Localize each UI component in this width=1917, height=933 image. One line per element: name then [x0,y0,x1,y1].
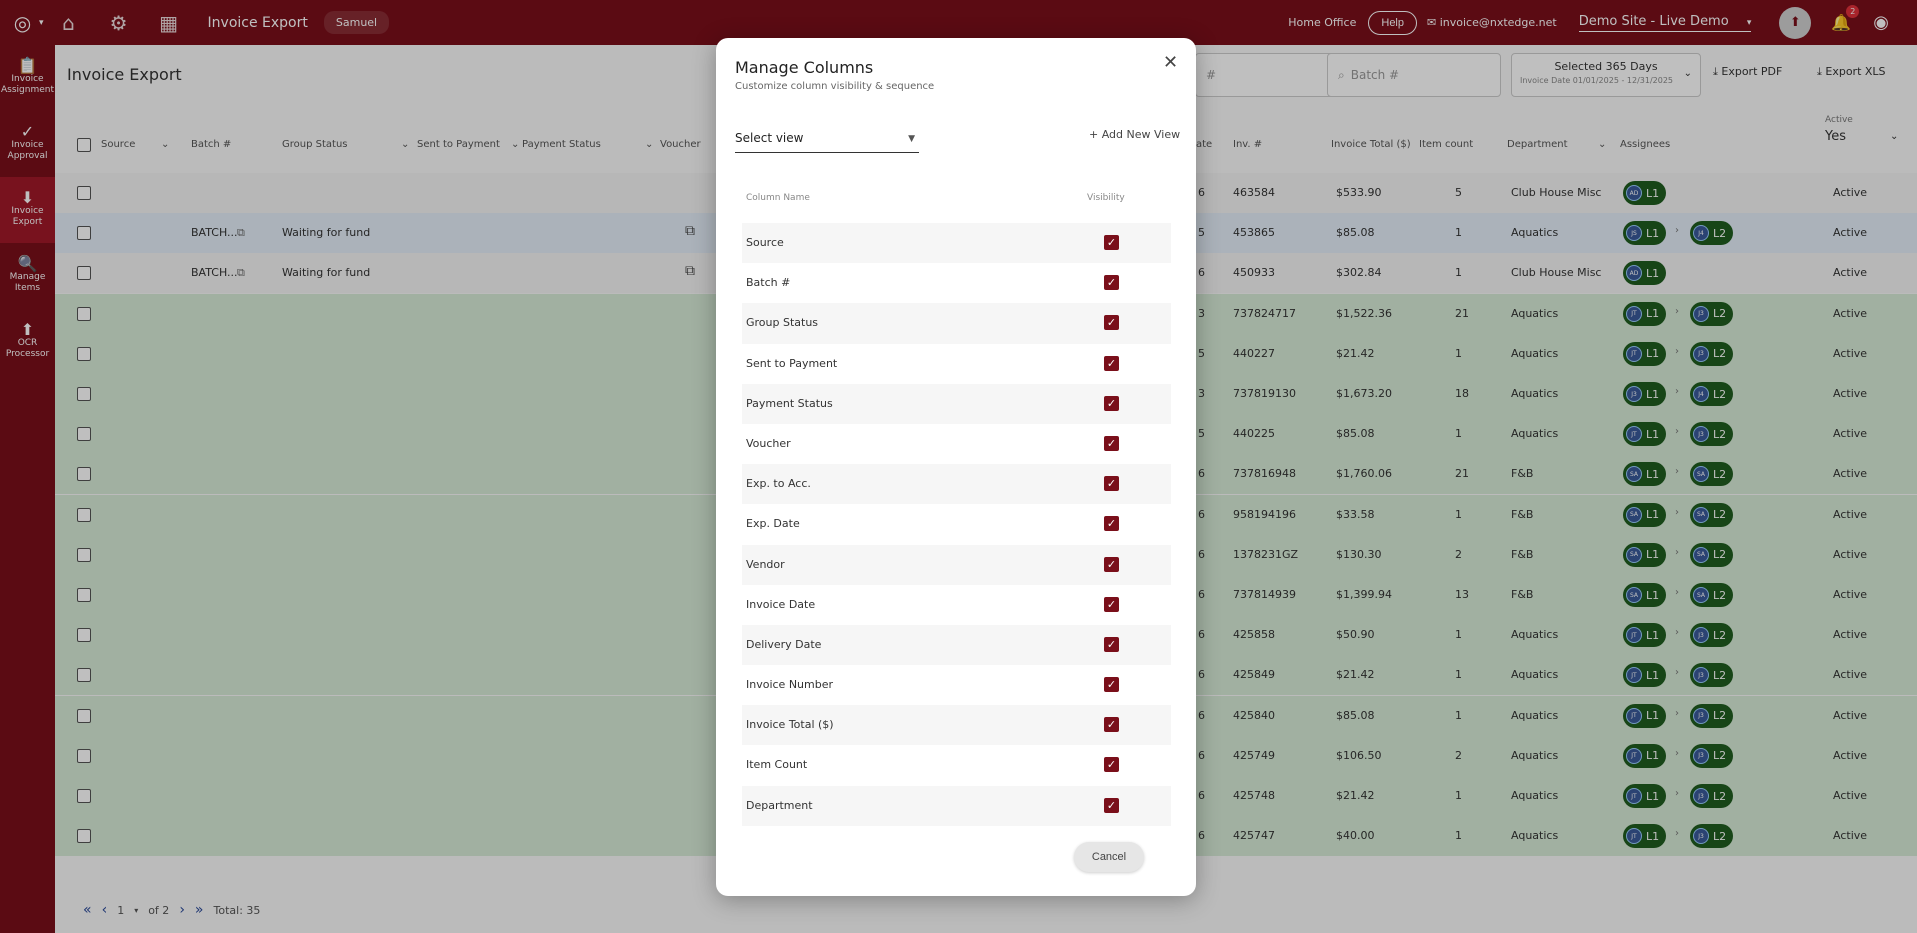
visibility-checkbox[interactable]: ✓ [1104,355,1119,371]
visibility-checkbox[interactable]: ✓ [1104,516,1119,532]
visibility-checkbox[interactable]: ✓ [1104,395,1119,411]
column-name: Sent to Payment [746,356,838,370]
column-row[interactable]: Item Count ✓ [742,745,1171,785]
column-row[interactable]: Delivery Date ✓ [742,624,1171,666]
column-name: Group Status [746,316,819,330]
cancel-button[interactable]: Cancel [1074,842,1144,872]
column-name: Exp. Date [746,517,800,531]
column-row[interactable]: Department ✓ [742,785,1171,826]
column-name: Invoice Number [746,678,834,692]
column-row[interactable]: Exp. to Acc. ✓ [742,464,1171,505]
column-name: Vendor [746,557,785,571]
column-row[interactable]: Source ✓ [742,223,1171,264]
column-row[interactable]: Payment Status ✓ [742,383,1171,424]
column-name: Invoice Date [746,597,816,611]
visibility-checkbox[interactable]: ✓ [1104,235,1119,250]
column-row[interactable]: Sent to Payment ✓ [742,344,1171,384]
column-row[interactable]: Invoice Total ($) ✓ [742,705,1171,746]
column-name: Voucher [746,436,791,450]
column-row[interactable]: Group Status ✓ [742,303,1171,344]
column-row[interactable]: Exp. Date ✓ [742,504,1171,544]
select-view-dropdown[interactable]: Select view ▼ [735,131,919,153]
visibility-checkbox[interactable]: ✓ [1104,275,1119,291]
add-new-view-button[interactable]: + Add New View [1089,128,1180,141]
select-view-value: Select view [735,131,804,145]
visibility-checkbox[interactable]: ✓ [1104,757,1119,773]
visibility-checkbox[interactable]: ✓ [1104,476,1119,492]
column-name: Exp. to Acc. [746,477,811,491]
column-name: Payment Status [746,396,833,410]
column-name: Invoice Total ($) [746,718,834,732]
column-name-header: Column Name [746,193,810,203]
visibility-header: Visibility [1087,193,1125,203]
column-row[interactable]: Vendor ✓ [742,544,1171,585]
visibility-checkbox[interactable]: ✓ [1104,315,1119,331]
column-row[interactable]: Batch # ✓ [742,263,1171,303]
column-name: Source [746,236,784,249]
visibility-checkbox[interactable]: ✓ [1104,797,1119,813]
visibility-checkbox[interactable]: ✓ [1104,556,1119,572]
column-row[interactable]: Invoice Date ✓ [742,585,1171,625]
visibility-checkbox[interactable]: ✓ [1104,717,1119,733]
caret-down-icon: ▼ [908,134,915,144]
modal-title: Manage Columns [735,58,874,77]
column-name: Item Count [746,758,808,772]
column-name: Department [746,798,813,812]
visibility-checkbox[interactable]: ✓ [1104,435,1119,451]
column-name: Delivery Date [746,637,822,651]
manage-columns-modal: Manage Columns Customize column visibili… [716,38,1196,896]
visibility-checkbox[interactable]: ✓ [1104,636,1119,652]
column-name: Batch # [746,276,791,290]
visibility-checkbox[interactable]: ✓ [1104,677,1119,693]
column-row[interactable]: Voucher ✓ [742,424,1171,464]
column-list[interactable]: Source ✓ Batch # ✓ Group Status ✓ Sent to Paym… [742,223,1171,855]
column-row[interactable]: Invoice Number ✓ [742,665,1171,705]
modal-subtitle: Customize column visibility & sequence [735,81,935,92]
close-icon[interactable]: ✕ [1163,52,1178,73]
visibility-checkbox[interactable]: ✓ [1104,596,1119,612]
